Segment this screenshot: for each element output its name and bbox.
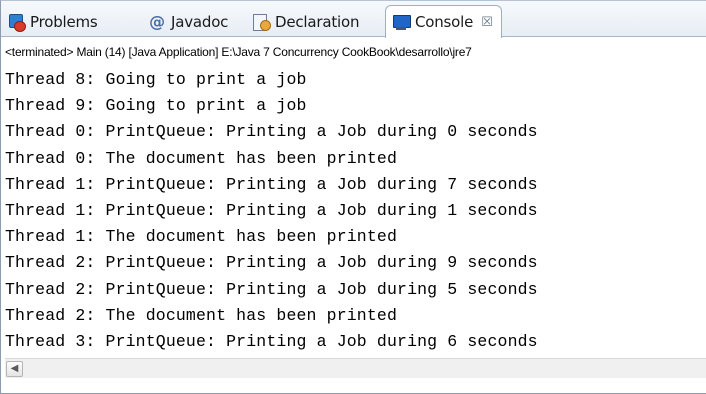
console-output[interactable]: Thread 8: Going to print a job Thread 9: … [5, 67, 705, 357]
view-tab-bar: Problems @ Javadoc Declaration Console ☒ [1, 1, 706, 38]
javadoc-icon: @ [149, 12, 165, 31]
console-view: Problems @ Javadoc Declaration Console ☒… [0, 0, 706, 394]
problems-icon [7, 13, 26, 32]
console-line: Thread 0: The document has been printed [5, 148, 398, 168]
scroll-left-button[interactable]: ◀ [6, 361, 23, 377]
tab-declaration-label: Declaration [275, 13, 360, 31]
console-line: Thread 0: PrintQueue: Printing a Job dur… [5, 122, 538, 142]
console-line: Thread 1: PrintQueue: Printing a Job dur… [5, 200, 538, 220]
tab-javadoc[interactable]: @ Javadoc [144, 7, 228, 37]
tab-declaration[interactable]: Declaration [248, 7, 359, 37]
console-line: Thread 2: PrintQueue: Printing a Job dur… [5, 279, 538, 299]
tab-problems[interactable]: Problems [3, 7, 98, 37]
console-line: Thread 2: PrintQueue: Printing a Job dur… [5, 253, 538, 273]
console-icon [392, 13, 411, 31]
console-line: Thread 2: The document has been printed [5, 305, 398, 325]
console-line: Thread 3: PrintQueue: Printing a Job dur… [5, 331, 538, 351]
tab-problems-label: Problems [30, 13, 98, 31]
horizontal-scrollbar[interactable]: ◀ [5, 358, 706, 378]
close-icon[interactable]: ☒ [481, 15, 493, 30]
declaration-icon [252, 13, 271, 31]
tab-console-label: Console [415, 13, 474, 31]
arrow-left-icon: ◀ [10, 363, 19, 374]
console-line: Thread 1: PrintQueue: Printing a Job dur… [5, 174, 538, 194]
console-line: Thread 1: The document has been printed [5, 227, 398, 247]
console-line: Thread 9: Going to print a job [5, 96, 307, 116]
console-line: Thread 8: Going to print a job [5, 70, 307, 89]
tab-javadoc-label: Javadoc [171, 13, 229, 31]
console-status-line: <terminated> Main (14) [Java Application… [5, 45, 472, 59]
tab-console[interactable]: Console ☒ [385, 5, 502, 38]
